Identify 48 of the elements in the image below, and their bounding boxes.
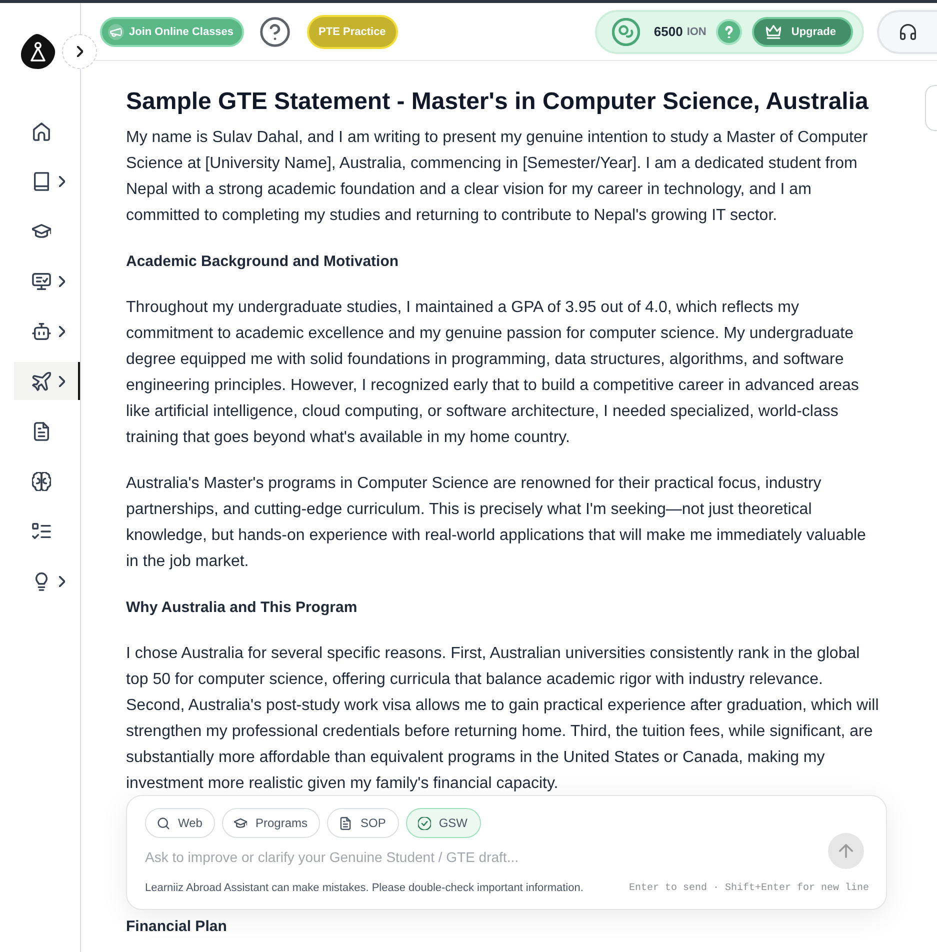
robot-icon [32,322,51,340]
paragraph: I chose Australia for several specific reasons. First, Australian universities consistently rank in the global top 50 for computer science, offering curricula that balance academic rigor with industry relevance. Second, Australia's post-study work visa allows me to gain practical experience after graduation, which will strengthen my professional credentials before returning home. Third, the tuition fees, while significant, are substantially more affordable than equivalent programs in the United States or Canada, making my investment more realistic given my family's financial capacity. [126,644,880,794]
coins-icon [612,18,640,46]
home-icon [32,122,51,140]
tool-chip[interactable]: Web [145,808,216,838]
logo-icon[interactable] [20,33,56,70]
document-title: Sample GTE Statement - Master's in Computer Science, Australia [126,87,868,117]
chevron-right-icon [59,376,65,386]
paragraph: My name is Sulav Dahal, and I am writing to present my genuine intention to study a Master of Computer Science at [University Name], Australia, commencing in [Semester/Year]. I am a dedicated student from Nepal with a strong academic foundation and a clear vision for my career in technology, and I am committed to completing my studies and returning to contribute to Nepal's growing IT sector. [126,128,869,226]
support-button[interactable] [877,10,937,54]
tool-chip[interactable]: GSW [406,808,480,838]
airplane-icon [32,372,51,390]
help-icon [260,16,290,46]
tool-chip[interactable]: SOP [327,808,399,838]
checklist-icon [32,522,51,540]
help-button[interactable] [260,16,290,46]
keyboard-hint: Enter to send · Shift+Enter for new line [628,882,869,894]
sidebar-item[interactable] [14,362,80,400]
search-icon [157,816,170,830]
send-button[interactable] [828,833,864,869]
disclaimer-text: Learniiz Abroad Assistant can make mistakes. Please double-check important information. [145,882,584,894]
crown-icon [766,24,782,38]
section-heading: Financial Plan [126,917,227,937]
chevron-right-icon [59,576,65,586]
credit-unit: ION [686,26,706,38]
paragraph: Throughout my undergraduate studies, I maintained a GPA of 3.95 out of 4.0, which reflects my commitment to academic excellence and my genuine passion for computer science. My undergraduate degree equipped me with solid foundations in programming, data structures, algorithms, and software engineering principles. However, I recognized early that to build a competitive career in advanced areas like artificial intelligence, cloud computing, or software architecture, I needed specialized, world-class training that goes beyond what's available in my home country. [126,298,860,448]
graduation-cap-icon [32,222,51,240]
section-heading: Academic Background and Motivation [126,252,399,272]
document-icon [339,816,352,830]
chevron-right-icon [59,176,65,186]
chevron-right-icon [76,46,82,57]
chevron-right-icon [59,326,65,336]
section-heading: Why Australia and This Program [126,598,358,618]
upgrade-button[interactable]: Upgrade [752,16,853,46]
megaphone-icon [108,24,124,40]
question-mark-icon [725,26,734,38]
book-icon [32,172,51,190]
brain-icon [32,472,51,490]
document-icon [32,422,51,440]
arrow-up-icon [839,844,853,858]
chevron-right-icon [59,276,65,286]
credit-amount: 6500 [654,24,683,39]
message-input[interactable]: Ask to improve or clarify your Genuine Student / GTE draft... [145,845,816,869]
graduation-cap-icon [234,816,248,830]
headphones-icon [900,24,916,40]
paragraph: Australia's Master's programs in Computer Science are renowned for their practical focus, industry partnerships, and cutting-edge curriculum. This is precisely what I'm seeking—not just theoretical knowledge, but hands-on experience with real-world applications that will make me immediately valuable in the job market. [126,474,867,572]
monitor-icon [32,272,51,290]
tool-chip[interactable]: Programs [222,808,320,838]
